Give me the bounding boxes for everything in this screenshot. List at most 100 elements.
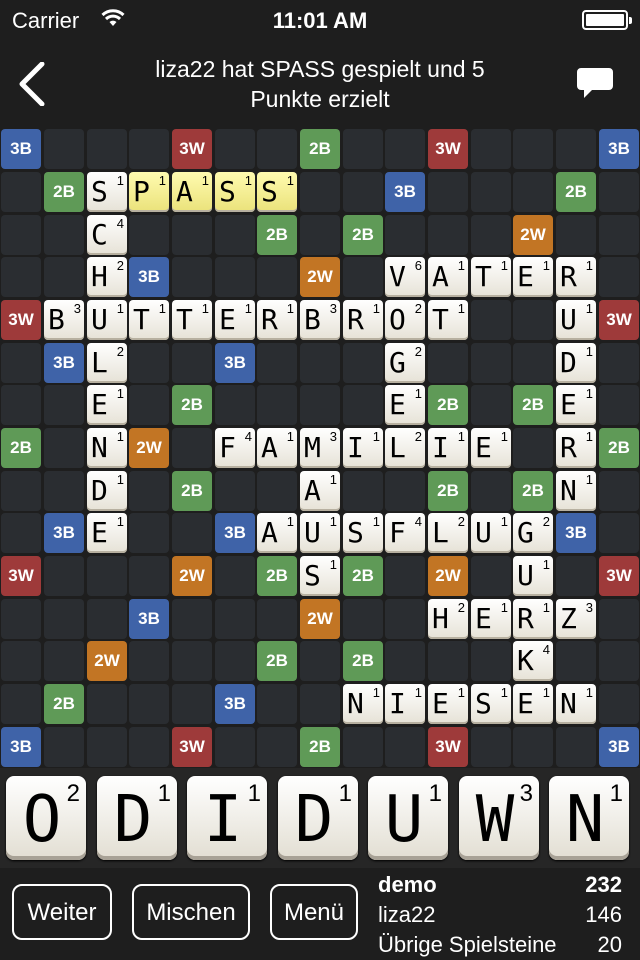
- board-cell[interactable]: [1, 385, 41, 425]
- bonus-square-2b[interactable]: 2B: [172, 471, 212, 511]
- bonus-square-3b[interactable]: 3B: [1, 727, 41, 767]
- bonus-square-2b[interactable]: 2B: [513, 471, 553, 511]
- board-tile[interactable]: H2: [87, 257, 127, 297]
- board-tile[interactable]: U1: [87, 300, 127, 340]
- board-cell[interactable]: [471, 343, 511, 383]
- bonus-square-2b[interactable]: 2B: [300, 727, 340, 767]
- board-cell[interactable]: [1, 471, 41, 511]
- board-cell[interactable]: [513, 343, 553, 383]
- board-cell[interactable]: [385, 471, 425, 511]
- board-cell[interactable]: [428, 641, 468, 681]
- bonus-square-3w[interactable]: 3W: [172, 129, 212, 169]
- board-cell[interactable]: [1, 641, 41, 681]
- bonus-square-2b[interactable]: 2B: [257, 556, 297, 596]
- board-cell[interactable]: [343, 172, 383, 212]
- bonus-square-3b[interactable]: 3B: [44, 343, 84, 383]
- board-cell[interactable]: [513, 300, 553, 340]
- board-tile[interactable]: S1: [471, 684, 511, 724]
- board-cell[interactable]: [599, 343, 639, 383]
- board-tile[interactable]: T1: [172, 300, 212, 340]
- board-tile[interactable]: A1: [172, 172, 212, 212]
- board-cell[interactable]: [215, 215, 255, 255]
- board-cell[interactable]: [87, 727, 127, 767]
- board-cell[interactable]: [87, 556, 127, 596]
- bonus-square-3b[interactable]: 3B: [44, 513, 84, 553]
- bonus-square-3b[interactable]: 3B: [599, 727, 639, 767]
- board-tile[interactable]: I1: [343, 428, 383, 468]
- board-cell[interactable]: [385, 129, 425, 169]
- board-cell[interactable]: [599, 257, 639, 297]
- bonus-square-2w[interactable]: 2W: [428, 556, 468, 596]
- bonus-square-3b[interactable]: 3B: [556, 513, 596, 553]
- bonus-square-3w[interactable]: 3W: [428, 727, 468, 767]
- board-cell[interactable]: [471, 641, 511, 681]
- board-cell[interactable]: [44, 727, 84, 767]
- board-tile[interactable]: N1: [87, 428, 127, 468]
- board-cell[interactable]: [129, 129, 169, 169]
- board-tile[interactable]: E1: [513, 684, 553, 724]
- bonus-square-2w[interactable]: 2W: [300, 257, 340, 297]
- board-cell[interactable]: [1, 684, 41, 724]
- board-cell[interactable]: [215, 257, 255, 297]
- board-cell[interactable]: [300, 215, 340, 255]
- board-cell[interactable]: [257, 727, 297, 767]
- bonus-square-2b[interactable]: 2B: [44, 684, 84, 724]
- board-cell[interactable]: [1, 343, 41, 383]
- board-cell[interactable]: [44, 599, 84, 639]
- board-cell[interactable]: [129, 385, 169, 425]
- board-tile[interactable]: T1: [428, 300, 468, 340]
- board-cell[interactable]: [343, 129, 383, 169]
- board-cell[interactable]: [599, 215, 639, 255]
- board-tile[interactable]: P1: [129, 172, 169, 212]
- board-cell[interactable]: [300, 172, 340, 212]
- board-tile[interactable]: E1: [471, 428, 511, 468]
- board-tile[interactable]: T1: [471, 257, 511, 297]
- bonus-square-2b[interactable]: 2B: [599, 428, 639, 468]
- board-tile[interactable]: E1: [87, 385, 127, 425]
- bonus-square-2b[interactable]: 2B: [1, 428, 41, 468]
- game-board[interactable]: 3B 3W 2B 3W 3B 2B S 1 P 1 A 1 S 1 S 1 3B 2B C 4 2B 2B 2W H 2 3B 2W…: [0, 128, 640, 768]
- bonus-square-2w[interactable]: 2W: [129, 428, 169, 468]
- board-cell[interactable]: [1, 215, 41, 255]
- board-tile[interactable]: S1: [215, 172, 255, 212]
- chat-bubble-icon[interactable]: [576, 66, 614, 105]
- bonus-square-2b[interactable]: 2B: [257, 215, 297, 255]
- board-tile[interactable]: I1: [428, 428, 468, 468]
- board-tile[interactable]: E1: [215, 300, 255, 340]
- board-cell[interactable]: [385, 556, 425, 596]
- board-cell[interactable]: [172, 641, 212, 681]
- board-tile[interactable]: K4: [513, 641, 553, 681]
- board-cell[interactable]: [343, 385, 383, 425]
- board-cell[interactable]: [428, 172, 468, 212]
- bonus-square-2b[interactable]: 2B: [428, 385, 468, 425]
- board-cell[interactable]: [129, 641, 169, 681]
- board-cell[interactable]: [215, 471, 255, 511]
- board-cell[interactable]: [599, 172, 639, 212]
- board-tile[interactable]: N1: [556, 471, 596, 511]
- rack-tile[interactable]: D1: [97, 776, 177, 860]
- board-cell[interactable]: [257, 257, 297, 297]
- bonus-square-3w[interactable]: 3W: [1, 556, 41, 596]
- weiter-button[interactable]: Weiter: [12, 884, 112, 940]
- board-tile[interactable]: S1: [343, 513, 383, 553]
- board-cell[interactable]: [172, 428, 212, 468]
- board-cell[interactable]: [215, 385, 255, 425]
- rack-tile[interactable]: D1: [278, 776, 358, 860]
- bonus-square-3b[interactable]: 3B: [599, 129, 639, 169]
- board-cell[interactable]: [172, 257, 212, 297]
- board-tile[interactable]: R1: [257, 300, 297, 340]
- board-tile[interactable]: E1: [385, 385, 425, 425]
- bonus-square-2w[interactable]: 2W: [172, 556, 212, 596]
- board-cell[interactable]: [129, 513, 169, 553]
- bonus-square-3b[interactable]: 3B: [215, 684, 255, 724]
- board-cell[interactable]: [428, 215, 468, 255]
- board-tile[interactable]: G2: [513, 513, 553, 553]
- board-tile[interactable]: L2: [87, 343, 127, 383]
- board-tile[interactable]: R1: [513, 599, 553, 639]
- board-tile[interactable]: N1: [343, 684, 383, 724]
- bonus-square-3b[interactable]: 3B: [215, 513, 255, 553]
- board-cell[interactable]: [343, 343, 383, 383]
- board-cell[interactable]: [343, 727, 383, 767]
- bonus-square-2b[interactable]: 2B: [257, 641, 297, 681]
- bonus-square-3b[interactable]: 3B: [129, 599, 169, 639]
